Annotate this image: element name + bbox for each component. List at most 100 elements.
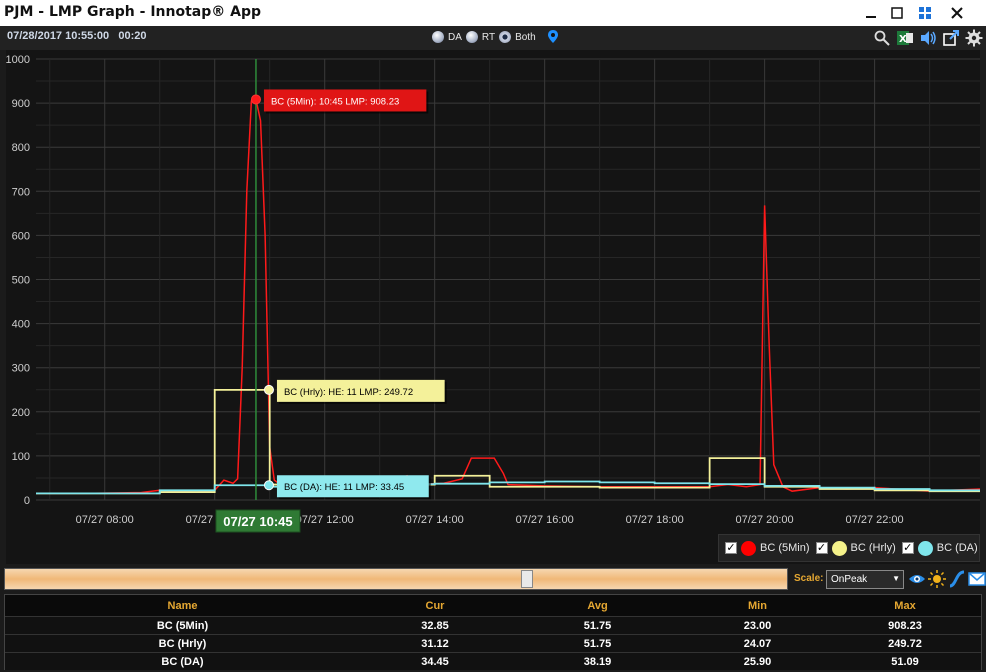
- tooltip-2: BC (DA): HE: 11 LMP: 33.45: [276, 475, 431, 500]
- radio-da[interactable]: [432, 31, 444, 43]
- mode-selector: DA RT Both: [432, 30, 558, 44]
- header-avg: Avg: [587, 599, 608, 612]
- y-tick-label: 1000: [6, 54, 30, 66]
- svg-text:X: X: [899, 34, 907, 45]
- cell-cur: 34.45: [421, 655, 449, 668]
- x-tick-label: 07/27 14:00: [406, 514, 464, 526]
- tile-icon: [919, 7, 931, 19]
- maximize-icon: [891, 7, 903, 19]
- cell-name: BC (5Min): [156, 619, 209, 632]
- gear-icon: [965, 29, 983, 47]
- speaker-icon: [921, 31, 936, 45]
- table-row[interactable]: BC (DA) 34.45 38.19 25.90 51.09: [5, 652, 981, 670]
- location-pin-icon[interactable]: [547, 30, 558, 44]
- legend-label-5min: BC (5Min): [760, 542, 810, 554]
- cursor-time-label: 07/27 10:45: [223, 514, 292, 529]
- mode-label-rt: RT: [481, 31, 496, 43]
- cell-max: 51.09: [891, 655, 919, 668]
- cell-name: BC (Hrly): [158, 637, 207, 650]
- view-button[interactable]: [908, 570, 926, 588]
- stats-table: Name Cur Avg Min Max BC (5Min) 32.85 51.…: [4, 594, 982, 670]
- x-tick-label: 07/27 08:00: [76, 514, 134, 526]
- export-icon: [943, 30, 959, 46]
- y-tick-label: 700: [12, 186, 30, 198]
- cell-min: 23.00: [743, 619, 772, 632]
- header-name: Name: [167, 599, 198, 612]
- maximize-button[interactable]: [884, 2, 910, 24]
- curve-button[interactable]: [948, 570, 966, 588]
- cell-max: 249.72: [888, 637, 922, 650]
- close-icon: [951, 7, 963, 19]
- radio-rt[interactable]: [465, 31, 478, 43]
- legend-item-da[interactable]: ✓ BC (DA): [901, 540, 978, 556]
- table-row[interactable]: BC (Hrly) 31.12 51.75 24.07 249.72: [5, 634, 981, 652]
- cell-avg: 51.75: [583, 637, 612, 650]
- chart-legend: ✓ BC (5Min) ✓ BC (Hrly) ✓ BC (DA): [718, 534, 980, 562]
- interval: 00:20: [118, 30, 147, 42]
- cell-name: BC (DA): [161, 655, 204, 668]
- mode-label-da: DA: [448, 31, 462, 43]
- email-button[interactable]: [968, 570, 986, 588]
- y-tick-label: 900: [12, 98, 30, 110]
- settings-button[interactable]: [964, 28, 984, 48]
- tooltip-1: BC (Hrly): HE: 11 LMP: 249.72: [276, 379, 447, 404]
- search-button[interactable]: [872, 28, 892, 48]
- lmp-chart-svg[interactable]: 0 100 200 300 400 500 600 700 800 900 1000 07/27 08…: [6, 50, 980, 564]
- y-tick-label: 800: [12, 142, 30, 154]
- legend-label-hrly: BC (Hrly): [850, 542, 896, 554]
- sound-button[interactable]: [918, 28, 938, 48]
- y-tick-label: 600: [12, 230, 30, 242]
- cell-min: 24.07: [743, 637, 772, 650]
- table-row[interactable]: BC (5Min) 32.85 51.75 23.00 908.23: [5, 616, 981, 634]
- sun-icon: [928, 570, 946, 588]
- excel-icon: X: [897, 31, 913, 45]
- y-tick-label: 200: [12, 407, 30, 419]
- tooltip-marker-2: [263, 480, 274, 491]
- legend-swatch-5min: [741, 540, 756, 556]
- cell-min: 25.90: [743, 655, 772, 668]
- legend-checkbox-hrly[interactable]: ✓: [815, 542, 828, 554]
- legend-checkbox-da[interactable]: ✓: [901, 542, 914, 554]
- x-tick-label: 07/27 16:00: [516, 514, 574, 526]
- legend-item-5min[interactable]: ✓ BC (5Min): [725, 540, 810, 556]
- time-scrollbar[interactable]: [4, 568, 788, 590]
- mail-icon: [968, 572, 986, 586]
- radio-both[interactable]: [499, 31, 512, 43]
- toolbar: 07/28/2017 10:55:00 00:20 DA RT Both X: [0, 26, 986, 50]
- scale-label: Scale:: [794, 573, 824, 584]
- highlight-button[interactable]: [928, 570, 946, 588]
- x-tick-label: 07/27 12:00: [296, 514, 354, 526]
- legend-swatch-hrly: [831, 540, 847, 556]
- chevron-down-icon: ▼: [892, 574, 900, 583]
- tooltip-marker-1: [263, 384, 274, 395]
- mode-label-both: Both: [515, 31, 536, 43]
- tooltip-0: BC (5Min): 10:45 LMP: 908.23: [263, 89, 429, 114]
- legend-label-da: BC (DA): [936, 542, 978, 554]
- curve-icon: [949, 570, 965, 588]
- popout-button[interactable]: [941, 28, 961, 48]
- close-button[interactable]: [944, 2, 970, 24]
- window-title: PJM - LMP Graph - Innotap® App: [4, 4, 262, 20]
- scrollbar-thumb[interactable]: [521, 570, 533, 588]
- y-tick-label: 400: [12, 319, 30, 331]
- title-bar: PJM - LMP Graph - Innotap® App: [0, 0, 986, 26]
- x-tick-label: 07/27 20:00: [736, 514, 794, 526]
- tooltip-text: BC (DA): HE: 11 LMP: 33.45: [284, 482, 404, 493]
- y-tick-label: 100: [12, 451, 30, 463]
- y-tick-label: 300: [12, 363, 30, 375]
- minimize-button[interactable]: [858, 2, 884, 24]
- y-tick-label: 500: [12, 275, 30, 287]
- legend-item-hrly[interactable]: ✓ BC (Hrly): [815, 540, 896, 556]
- cell-cur: 32.85: [421, 619, 449, 632]
- x-tick-label: 07/27 18:00: [626, 514, 684, 526]
- legend-swatch-da: [917, 540, 933, 556]
- excel-export-button[interactable]: X: [895, 28, 915, 48]
- legend-checkbox-5min[interactable]: ✓: [725, 542, 737, 554]
- scale-select[interactable]: OnPeak ▼: [826, 570, 904, 589]
- lmp-chart[interactable]: 0 100 200 300 400 500 600 700 800 900 1000 07/27 08…: [6, 50, 980, 564]
- x-tick-label: 07/27 22:00: [846, 514, 904, 526]
- cell-avg: 38.19: [583, 655, 612, 668]
- tooltip-text: BC (Hrly): HE: 11 LMP: 249.72: [284, 387, 413, 398]
- search-icon: [874, 30, 890, 46]
- tile-windows-button[interactable]: [912, 2, 938, 24]
